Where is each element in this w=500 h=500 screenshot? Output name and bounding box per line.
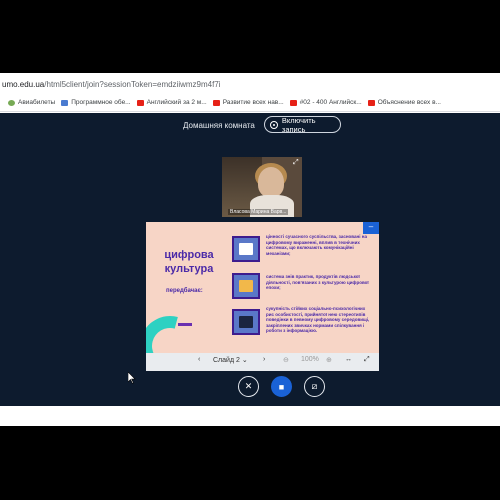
slide-item-1: цінності сучасного суспільства, заснован… <box>266 234 367 256</box>
address-bar[interactable]: umo.edu.ua /html5client/join?sessionToke… <box>0 75 500 93</box>
bookmark-item[interactable]: Развитие всех нав... <box>212 99 284 106</box>
bookmark-item[interactable]: Авиабилеты <box>8 99 55 106</box>
minimize-presentation-button[interactable]: – <box>363 222 379 234</box>
zoom-level: 100% <box>301 356 319 363</box>
book-icon <box>232 236 260 262</box>
presentation-toolbar: ‹ Слайд 2 ⌄ › ⊖ 100% ⊕ ↔ ⤢ <box>146 353 379 371</box>
bookmark-item[interactable]: #02 - 400 Английск... <box>289 99 362 106</box>
mute-icon: ✕ <box>244 381 253 391</box>
audio-button[interactable]: ✕ <box>238 376 259 397</box>
url-host: umo.edu.ua <box>2 79 45 89</box>
laptop-icon <box>232 273 260 299</box>
meeting-area: Домашняя комната Включить запись ⤢ Власо… <box>0 113 500 406</box>
bookmark-item[interactable]: Английский за 2 м... <box>136 99 207 106</box>
room-title: Домашняя комната <box>183 121 255 130</box>
record-button[interactable]: Включить запись <box>264 115 341 134</box>
expand-icon[interactable]: ⤢ <box>293 159 300 166</box>
fullscreen-icon[interactable]: ⤢ <box>364 356 370 364</box>
globe-icon <box>8 99 15 106</box>
screen-share-icon: ⧄ <box>311 381 318 391</box>
zoom-out-button[interactable]: ⊖ <box>283 356 289 364</box>
slide-item-2: система знів практик, продуктів людської… <box>266 274 369 291</box>
webcam-tile[interactable]: ⤢ Власова Марина Варв... <box>222 157 302 217</box>
video-button[interactable]: ■ <box>271 376 292 397</box>
slide-title: цифрова культура <box>164 249 214 275</box>
webcam-name: Власова Марина Варв... <box>228 209 289 215</box>
record-icon <box>270 120 278 129</box>
bookmark-item[interactable]: Объяснение всех в... <box>367 99 441 106</box>
presentation-slide: – цифрова культура передбачає: цінності … <box>146 222 379 364</box>
youtube-icon <box>289 99 297 106</box>
previous-slide-button[interactable]: ‹ <box>198 356 200 363</box>
browser-chrome: umo.edu.ua /html5client/join?sessionToke… <box>0 73 500 113</box>
decorative-bar <box>178 323 192 326</box>
slide-item-3: сукупність стійких соціально-психологічн… <box>266 306 370 334</box>
meeting-controls: ✕ ■ ⧄ <box>238 376 325 397</box>
bookmarks-bar: Авиабилеты Программное обе... Английский… <box>0 94 500 112</box>
camera-icon: ■ <box>278 381 285 392</box>
slide-selector[interactable]: Слайд 2 ⌄ <box>213 356 248 364</box>
monitor-icon <box>232 309 260 335</box>
next-slide-button[interactable]: › <box>263 356 265 363</box>
bookmark-item[interactable]: Программное обе... <box>61 99 131 106</box>
webcam-person-face <box>258 167 284 197</box>
youtube-icon <box>136 99 144 106</box>
browser-bottom-strip <box>0 406 500 426</box>
youtube-icon <box>212 99 220 106</box>
slide-subtitle: передбачає: <box>166 288 203 294</box>
screen-share-button[interactable]: ⧄ <box>304 376 325 397</box>
fit-width-icon[interactable]: ↔ <box>345 356 352 363</box>
zoom-in-button[interactable]: ⊕ <box>326 356 332 364</box>
youtube-icon <box>367 99 375 106</box>
record-label: Включить запись <box>281 115 316 134</box>
app-icon <box>61 99 69 106</box>
url-path: /html5client/join?sessionToken=emdziiwmz… <box>44 79 221 89</box>
